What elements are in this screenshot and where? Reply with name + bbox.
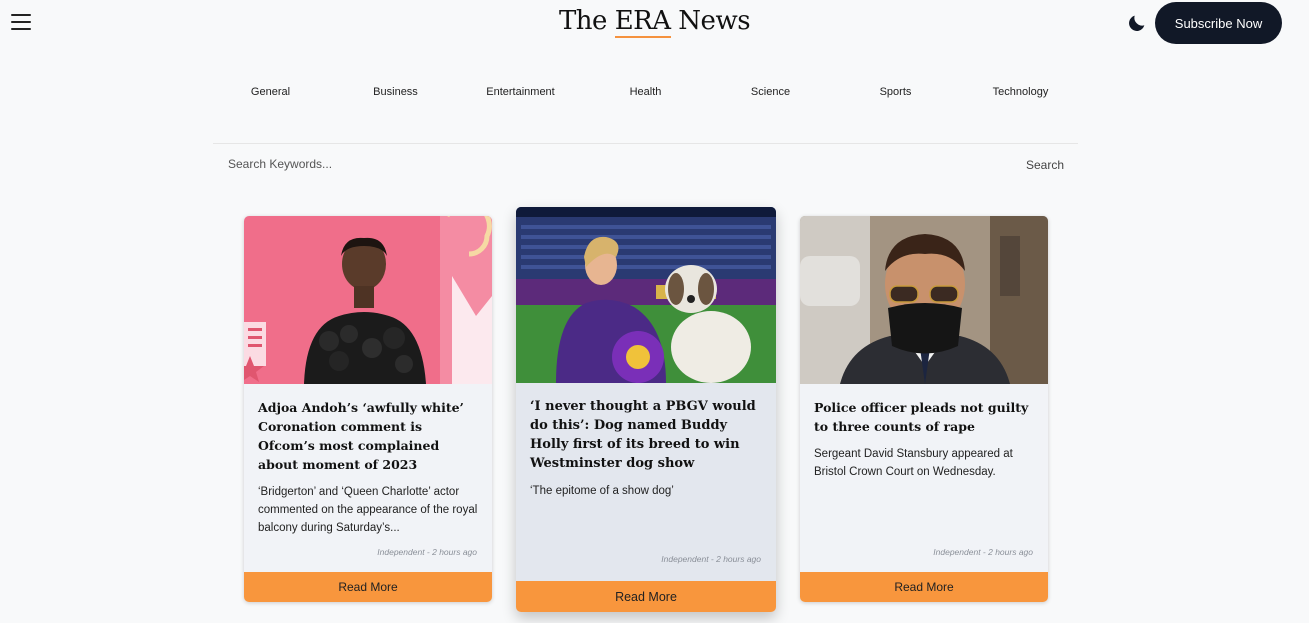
article-description: Sergeant David Stansbury appeared at Bri… <box>814 448 1013 478</box>
article-image[interactable] <box>516 207 776 383</box>
article-title[interactable]: Police officer pleads not guilty to thre… <box>814 398 1034 436</box>
article-meta: Independent - 2 hours ago <box>377 547 477 557</box>
article-description: ‘The epitome of a show dog’ <box>530 485 674 497</box>
article-image[interactable] <box>244 216 492 384</box>
category-technology[interactable]: Technology <box>958 86 1083 98</box>
category-entertainment[interactable]: Entertainment <box>458 86 583 98</box>
search-button[interactable]: Search <box>1026 158 1064 172</box>
read-more-button[interactable]: Read More <box>516 581 776 612</box>
category-nav: General Business Entertainment Health Sc… <box>208 86 1083 98</box>
article-image[interactable] <box>800 216 1048 384</box>
article-title[interactable]: Adjoa Andoh’s ‘awfully white’ Coronation… <box>258 398 478 474</box>
article-card: Adjoa Andoh’s ‘awfully white’ Coronation… <box>244 216 492 602</box>
search-input[interactable] <box>228 157 928 171</box>
read-more-button[interactable]: Read More <box>244 572 492 602</box>
article-title[interactable]: ‘I never thought a PBGV would do this’: … <box>530 397 762 473</box>
divider <box>213 143 1078 144</box>
logo-prefix: The <box>558 6 615 36</box>
category-health[interactable]: Health <box>583 86 708 98</box>
logo-accent: ERA <box>614 6 671 38</box>
read-more-button[interactable]: Read More <box>800 572 1048 602</box>
article-description: ‘Bridgerton’ and ‘Queen Charlotte’ actor… <box>258 486 478 534</box>
category-sports[interactable]: Sports <box>833 86 958 98</box>
category-science[interactable]: Science <box>708 86 833 98</box>
article-card: ‘I never thought a PBGV would do this’: … <box>516 207 776 612</box>
category-general[interactable]: General <box>208 86 333 98</box>
subscribe-button[interactable]: Subscribe Now <box>1155 2 1282 44</box>
article-meta: Independent - 2 hours ago <box>933 547 1033 557</box>
category-business[interactable]: Business <box>333 86 458 98</box>
site-logo[interactable]: The ERA News <box>0 6 1309 38</box>
moon-icon[interactable] <box>1126 12 1148 34</box>
article-meta: Independent - 2 hours ago <box>661 554 761 564</box>
article-card: Police officer pleads not guilty to thre… <box>800 216 1048 602</box>
logo-suffix: News <box>670 6 751 36</box>
